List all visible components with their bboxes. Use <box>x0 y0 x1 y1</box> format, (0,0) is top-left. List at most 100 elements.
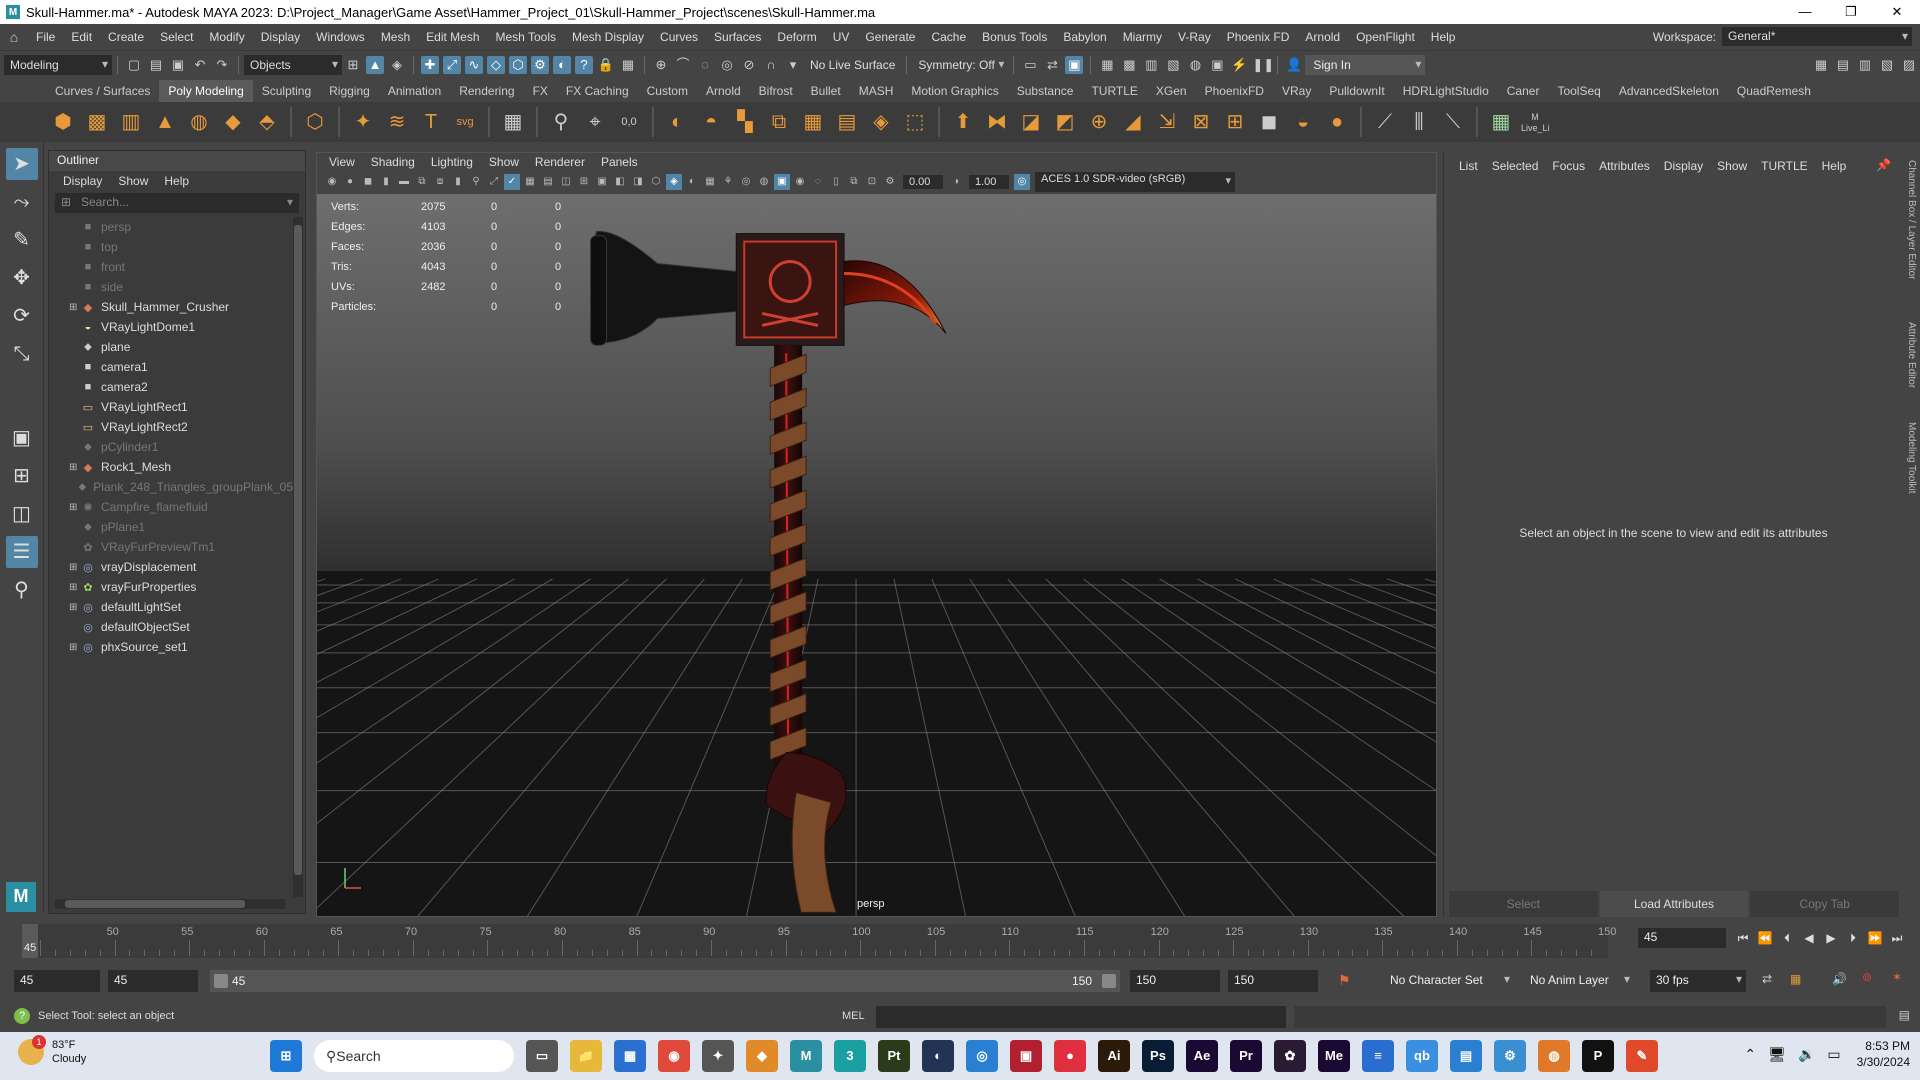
sculpt-icon[interactable]: ⚲ <box>547 108 575 136</box>
modeling-toolkit-icon[interactable]: ▦ <box>1812 56 1830 74</box>
app5-icon[interactable]: ▣ <box>1010 1040 1042 1072</box>
safe-action-icon[interactable]: ⤢ <box>486 174 502 190</box>
outliner-item[interactable]: ⊞ ◎ defaultLightSet <box>49 597 293 617</box>
connect-icon[interactable]: ⟍ <box>1439 108 1467 136</box>
save-scene-icon[interactable]: ▣ <box>169 56 187 74</box>
hud-icon[interactable]: ▯ <box>828 174 844 190</box>
select-by-surface-icon[interactable]: ◇ <box>487 55 505 74</box>
task-view-icon[interactable]: ▭ <box>526 1040 558 1072</box>
range-end-handle[interactable] <box>1102 974 1116 988</box>
outliner-menu-help[interactable]: Help <box>156 174 197 188</box>
gate-icon[interactable]: ⊡ <box>864 174 880 190</box>
boolean-icon[interactable]: ◈ <box>867 108 895 136</box>
expand-icon[interactable]: ⊞ <box>69 582 81 593</box>
minimize-button[interactable]: — <box>1782 0 1828 24</box>
outliner-item[interactable]: ■ front <box>49 257 293 277</box>
menu-v-ray[interactable]: V-Ray <box>1170 30 1219 44</box>
outliner-item[interactable]: ⬥ Plank_248_Triangles_groupPlank_05 <box>49 477 293 497</box>
photoshop-icon[interactable]: Ps <box>1142 1040 1174 1072</box>
select-by-dynamic-icon[interactable]: ⚙ <box>531 55 549 74</box>
attr-menu-attributes[interactable]: Attributes <box>1592 159 1657 173</box>
wireframe-on-shaded-icon[interactable]: ⊞ <box>576 174 592 190</box>
menu-curves[interactable]: Curves <box>652 30 706 44</box>
resolution-gate-icon[interactable]: ⧈ <box>432 174 448 190</box>
field-chart-icon[interactable]: ⚲ <box>468 174 484 190</box>
snap-point-icon[interactable]: ◌ <box>696 56 714 74</box>
svg-icon[interactable]: svg <box>451 108 479 136</box>
shelf-tab-quadremesh[interactable]: QuadRemesh <box>1728 80 1820 102</box>
smooth-shade-icon[interactable]: ◫ <box>558 174 574 190</box>
attr-menu-show[interactable]: Show <box>1710 159 1754 173</box>
outliner-item[interactable]: ⊞ ◎ vrayDisplacement <box>49 557 293 577</box>
snap-view-icon[interactable]: ◎ <box>718 56 736 74</box>
expand-icon[interactable]: ⊞ <box>69 602 81 613</box>
append-icon[interactable]: ⊕ <box>1085 108 1113 136</box>
file-explorer-icon[interactable]: 📁 <box>570 1040 602 1072</box>
sound-icon[interactable]: 🔊 <box>1832 972 1847 986</box>
outliner-menu-display[interactable]: Display <box>55 174 110 188</box>
cache-icon[interactable]: ▦ <box>1790 972 1801 986</box>
select-camera-icon[interactable]: ◉ <box>324 174 340 190</box>
shelf-tab-advancedskeleton[interactable]: AdvancedSkeleton <box>1610 80 1728 102</box>
current-time-marker[interactable]: 45 <box>22 924 38 958</box>
combine-icon[interactable]: ◐ <box>663 108 691 136</box>
step-forward-frame-icon[interactable]: ⏵ <box>1842 928 1864 948</box>
poly-sphere-icon[interactable]: ⬢ <box>49 108 77 136</box>
weather-widget[interactable]: 1 83°F Cloudy <box>18 1035 86 1066</box>
film-gate-icon[interactable]: ⧉ <box>414 174 430 190</box>
live-link-icon[interactable]: ▦ <box>1487 108 1515 136</box>
persp-outliner-layout-icon[interactable]: ◫ <box>6 498 38 530</box>
select-by-handle-icon[interactable]: ✚ <box>421 55 439 74</box>
shelf-tab-turtle[interactable]: TURTLE <box>1082 80 1146 102</box>
outliner-item[interactable]: ◎ defaultObjectSet <box>49 617 293 637</box>
select-tool-icon[interactable]: ➤ <box>5 148 38 180</box>
super-shape-icon[interactable]: ✦ <box>349 108 377 136</box>
menu-babylon[interactable]: Babylon <box>1055 30 1114 44</box>
expand-icon[interactable]: ⊞ <box>69 562 81 573</box>
shadows-icon[interactable]: ◨ <box>630 174 646 190</box>
battery-icon[interactable]: ▭ <box>1827 1046 1840 1063</box>
gamma-field[interactable]: 1.00 <box>969 175 1009 189</box>
smooth-icon[interactable]: ▦ <box>799 108 827 136</box>
merge-icon[interactable]: ⇲ <box>1153 108 1181 136</box>
ipr-render-icon[interactable]: ▥ <box>1142 56 1160 74</box>
menu-mesh-tools[interactable]: Mesh Tools <box>488 30 564 44</box>
menu-mesh[interactable]: Mesh <box>373 30 418 44</box>
maya-home-icon[interactable]: M <box>6 882 36 912</box>
extract-icon[interactable]: ▚ <box>731 108 759 136</box>
attribute-editor-icon[interactable]: ▥ <box>1856 56 1874 74</box>
shelf-tab-pulldownit[interactable]: PulldownIt <box>1320 80 1393 102</box>
viewport-menu-renderer[interactable]: Renderer <box>527 155 593 169</box>
reduce-icon[interactable]: ▤ <box>833 108 861 136</box>
menu-generate[interactable]: Generate <box>857 30 923 44</box>
poly-cone-icon[interactable]: ▲ <box>151 108 179 136</box>
load-attributes-button[interactable]: Load Attributes <box>1599 891 1749 917</box>
menu-surfaces[interactable]: Surfaces <box>706 30 769 44</box>
start-icon[interactable]: ⊞ <box>270 1040 302 1072</box>
outliner-layout-icon[interactable]: ☰ <box>5 536 38 568</box>
loop-icon[interactable]: ⇄ <box>1762 972 1772 986</box>
poly-disc-icon[interactable]: ⬘ <box>253 108 281 136</box>
menu-deform[interactable]: Deform <box>769 30 824 44</box>
expand-icon[interactable]: ⊞ <box>69 502 81 513</box>
xray-icon[interactable]: ◎ <box>738 174 754 190</box>
outliner-item[interactable]: ✿ VRayFurPreviewTm1 <box>49 537 293 557</box>
two-sided-lighting-icon[interactable]: ◌ <box>810 174 826 190</box>
aftereffects-icon[interactable]: Ae <box>1186 1040 1218 1072</box>
painter-icon[interactable]: Pt <box>878 1040 910 1072</box>
outliner-item[interactable]: ■ top <box>49 237 293 257</box>
menu-mesh-display[interactable]: Mesh Display <box>564 30 652 44</box>
outliner-item[interactable]: ⊞ ◆ Rock1_Mesh <box>49 457 293 477</box>
clock[interactable]: 8:53 PM 3/30/2024 <box>1857 1038 1910 1070</box>
cube-icon[interactable]: ◼ <box>1255 108 1283 136</box>
menu-file[interactable]: File <box>28 30 63 44</box>
attr-menu-selected[interactable]: Selected <box>1485 159 1546 173</box>
poly-torus-icon[interactable]: ◍ <box>185 108 213 136</box>
character-icon[interactable]: ✶ <box>1892 970 1902 984</box>
copy-tab-button[interactable]: Copy Tab <box>1750 891 1900 917</box>
camera-icon[interactable]: ◉ <box>792 174 808 190</box>
menu-display[interactable]: Display <box>253 30 308 44</box>
insert-edge-loop-icon[interactable]: ⫼ <box>1405 108 1433 136</box>
hierarchy-mode-icon[interactable]: ⊞ <box>344 56 362 74</box>
bevel-icon[interactable]: ◪ <box>1017 108 1045 136</box>
